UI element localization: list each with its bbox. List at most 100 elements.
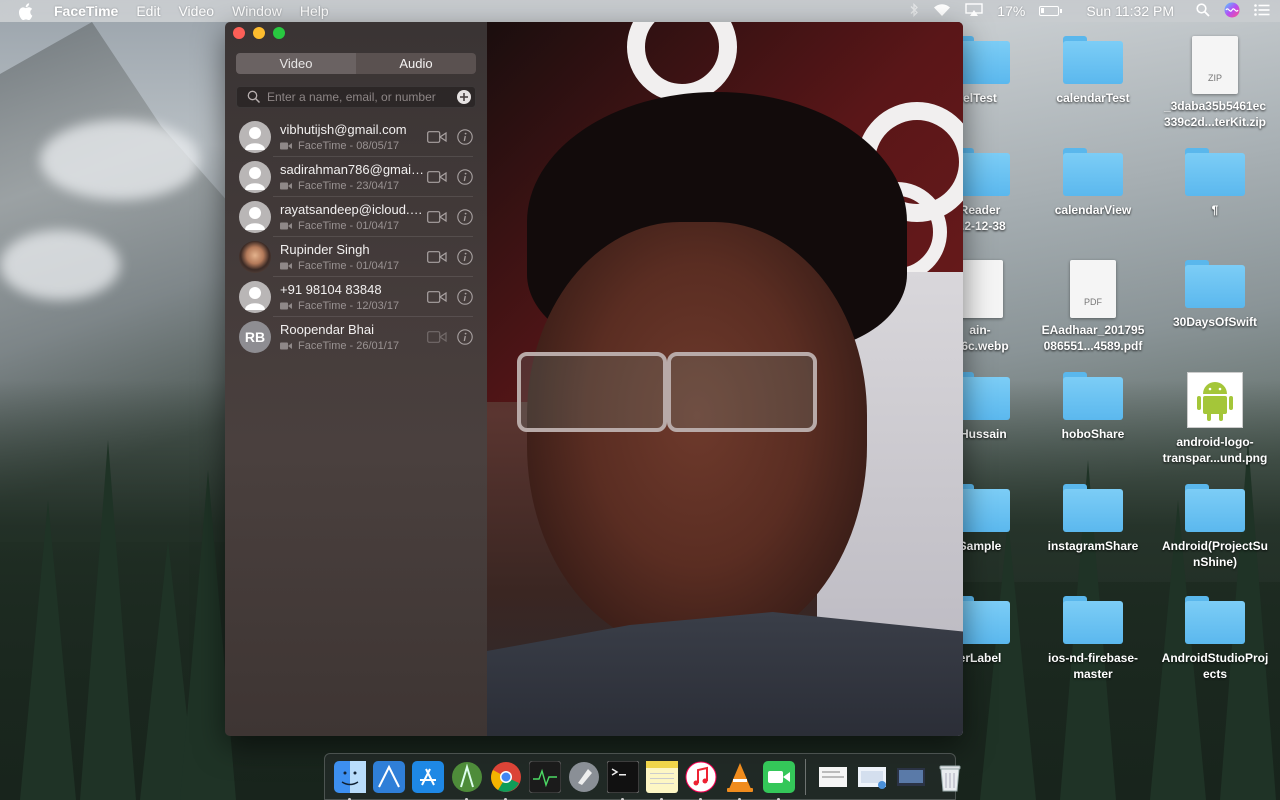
launchpad-icon[interactable] <box>565 758 602 795</box>
menu-bar: FaceTime Edit Video Window Help 17% Sun … <box>0 0 1280 22</box>
xcode-icon[interactable] <box>370 758 407 795</box>
vlc-icon[interactable] <box>721 758 758 800</box>
desktop-icon-label: transpar...und.png <box>1162 451 1268 465</box>
clock[interactable]: Sun 11:32 PM <box>1086 3 1174 19</box>
menu-app-name[interactable]: FaceTime <box>54 3 118 19</box>
add-contact-icon[interactable] <box>456 89 472 105</box>
menu-help[interactable]: Help <box>300 3 329 19</box>
zoom-button[interactable] <box>273 27 285 39</box>
airplay-icon[interactable] <box>965 2 983 20</box>
person-icon <box>239 281 271 313</box>
folder-icon <box>1063 596 1123 644</box>
desktop-icon-label: 339c2d...terKit.zip <box>1163 115 1267 129</box>
info-icon[interactable] <box>457 289 473 305</box>
info-icon[interactable] <box>457 329 473 345</box>
dock <box>324 753 960 800</box>
video-call-icon <box>280 182 292 190</box>
desktop-icon-label: android-logo- <box>1176 435 1254 449</box>
tab-audio[interactable]: Audio <box>356 53 476 74</box>
wallpaper-cloud <box>40 120 200 200</box>
folder-icon <box>1063 372 1123 420</box>
contact-name: rayatsandeep@icloud.c... <box>280 202 424 217</box>
contact-row[interactable]: Rupinder Singh FaceTime - 01/04/17 <box>225 237 487 277</box>
info-icon[interactable] <box>457 209 473 225</box>
terminal-icon[interactable] <box>604 758 641 800</box>
folder-icon <box>1063 484 1123 532</box>
facetime-video-button-icon[interactable] <box>427 251 447 263</box>
contact-name: Rupinder Singh <box>280 242 370 257</box>
desktop-icon[interactable]: hoboShare <box>1033 372 1153 442</box>
activity-monitor-icon[interactable] <box>526 758 563 795</box>
contact-row[interactable]: sadirahman786@gmail.... FaceTime - 23/04/… <box>225 157 487 197</box>
facetime-icon[interactable] <box>760 758 797 800</box>
info-icon[interactable] <box>457 169 473 185</box>
folder-icon <box>1185 260 1245 308</box>
contact-row[interactable]: rayatsandeep@icloud.c... FaceTime - 01/04… <box>225 197 487 237</box>
notification-center-icon[interactable] <box>1254 3 1270 19</box>
desktop-icon[interactable]: 30DaysOfSwift <box>1155 260 1275 330</box>
apple-menu-icon[interactable] <box>18 2 36 20</box>
facetime-video-button-icon[interactable] <box>427 171 447 183</box>
menu-window[interactable]: Window <box>232 3 282 19</box>
document-icon <box>957 260 1003 318</box>
desktop-icon[interactable]: PDF EAadhaar_201795 086551...4589.pdf <box>1033 260 1153 354</box>
contact-row[interactable]: +91 98104 83848 FaceTime - 12/03/17 <box>225 277 487 317</box>
bluetooth-icon[interactable] <box>909 2 919 20</box>
contact-name: sadirahman786@gmail.... <box>280 162 424 177</box>
search-icon <box>247 90 261 104</box>
contact-row[interactable]: RB Roopendar Bhai FaceTime - 26/01/17 <box>225 317 487 357</box>
wifi-icon[interactable] <box>933 3 951 20</box>
desktop-icon[interactable]: ZIP _3daba35b5461ec 339c2d...terKit.zip <box>1155 36 1275 130</box>
spotlight-icon[interactable] <box>1196 2 1210 20</box>
search-input[interactable] <box>267 90 456 104</box>
chrome-icon[interactable] <box>487 758 524 800</box>
video-call-icon <box>280 302 292 310</box>
folder-icon <box>1063 36 1123 84</box>
downloads-stack-icon[interactable] <box>853 758 890 795</box>
tab-video[interactable]: Video <box>236 53 356 74</box>
trash-icon[interactable] <box>931 758 968 795</box>
facetime-video-button-icon[interactable] <box>427 211 447 223</box>
info-icon[interactable] <box>457 249 473 265</box>
desktop-icon[interactable]: ios-nd-firebase-master <box>1033 596 1153 682</box>
desktop-icon-label: 086551...4589.pdf <box>1043 339 1143 353</box>
desktop-icon[interactable]: calendarTest <box>1033 36 1153 106</box>
zip-file-icon: ZIP <box>1192 36 1238 94</box>
finder-icon[interactable] <box>331 758 368 800</box>
battery-icon[interactable] <box>1039 6 1063 16</box>
facetime-video-button-icon[interactable] <box>427 131 447 143</box>
mode-segmented-control: Video Audio <box>236 53 476 74</box>
folder-icon <box>1185 596 1245 644</box>
desktop-icon[interactable]: AndroidStudioProj ects <box>1155 596 1275 682</box>
close-button[interactable] <box>233 27 245 39</box>
itunes-icon[interactable] <box>682 758 719 800</box>
desktop-icon-label: ios-nd-firebase- <box>1047 651 1138 665</box>
desktop-icon[interactable]: android-logo-transpar...und.png <box>1155 372 1275 466</box>
video-call-icon <box>280 342 292 350</box>
battery-percent: 17% <box>997 3 1026 19</box>
info-icon[interactable] <box>457 129 473 145</box>
desktop-icon-label: nShine) <box>1193 555 1237 569</box>
desktop-icon[interactable]: ¶ <box>1155 148 1275 218</box>
facetime-video-button-icon[interactable] <box>427 331 447 343</box>
documents-stack-icon[interactable] <box>814 758 851 795</box>
call-detail: FaceTime - 01/04/17 <box>298 260 400 272</box>
facetime-video-button-icon[interactable] <box>427 291 447 303</box>
menu-video[interactable]: Video <box>178 3 214 19</box>
video-call-icon <box>280 142 292 150</box>
contact-name: Roopendar Bhai <box>280 322 374 337</box>
minimize-button[interactable] <box>253 27 265 39</box>
contact-row[interactable]: vibhutijsh@gmail.com FaceTime - 08/05/17 <box>225 117 487 157</box>
desktop-icon[interactable]: instagramShare <box>1033 484 1153 554</box>
desktop-icon[interactable]: calendarView <box>1033 148 1153 218</box>
desktop-icon[interactable]: Android(ProjectSu nShine) <box>1155 484 1275 570</box>
siri-icon[interactable] <box>1224 2 1240 21</box>
desktop-icon-label: Android(ProjectSu <box>1161 539 1268 553</box>
android-studio-icon[interactable] <box>448 758 485 800</box>
desktop-icon-label: ¶ <box>1211 203 1219 217</box>
notes-icon[interactable] <box>643 758 680 800</box>
screenshots-stack-icon[interactable] <box>892 758 929 795</box>
app-store-icon[interactable] <box>409 758 446 795</box>
person-icon <box>239 161 271 193</box>
menu-edit[interactable]: Edit <box>136 3 160 19</box>
